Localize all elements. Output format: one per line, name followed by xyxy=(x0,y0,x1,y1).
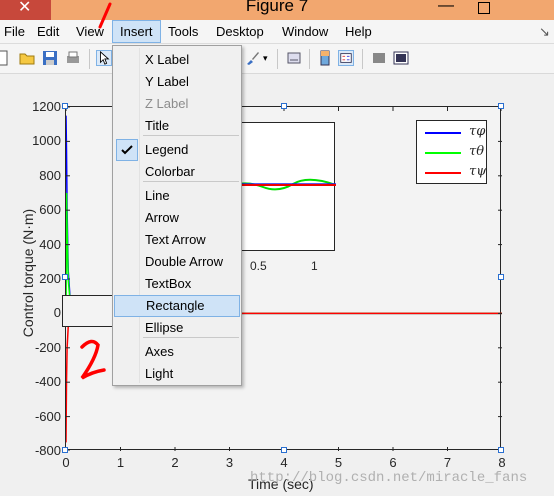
checkmark-icon xyxy=(116,139,138,161)
menu-item-title[interactable]: Title xyxy=(113,115,241,137)
menu-item-light[interactable]: Light xyxy=(113,363,241,385)
red-annotations xyxy=(80,2,112,380)
menu-item-y-label[interactable]: Y Label xyxy=(113,71,241,93)
watermark: http://blog.csdn.net/miracle_fans xyxy=(250,470,528,486)
menu-item-arrow[interactable]: Arrow xyxy=(113,207,241,229)
menu-item-double-arrow[interactable]: Double Arrow xyxy=(113,251,241,273)
menu-item-rectangle[interactable]: Rectangle xyxy=(114,295,240,317)
menu-item-x-label[interactable]: X Label xyxy=(113,49,241,71)
menu-item-axes[interactable]: Axes xyxy=(113,341,241,363)
menu-item-textbox[interactable]: TextBox xyxy=(113,273,241,295)
matlab-figure-window: Figure 7 — ✕ File Edit View Insert Tools… xyxy=(0,0,554,496)
menu-item-line[interactable]: Line xyxy=(113,185,241,207)
menu-item-text-arrow[interactable]: Text Arrow xyxy=(113,229,241,251)
menu-item-ellipse[interactable]: Ellipse xyxy=(113,317,241,339)
menu-separator xyxy=(143,181,239,182)
annotation-mark-2 xyxy=(80,339,106,380)
insert-menu-dropdown: X Label Y Label Z Label Title Legend Colorbar… xyxy=(112,45,242,386)
menu-separator xyxy=(143,337,239,338)
menu-item-colorbar[interactable]: Colorbar xyxy=(113,161,241,183)
menu-item-z-label: Z Label xyxy=(145,96,189,111)
annotation-mark-1 xyxy=(98,2,112,29)
menu-separator xyxy=(143,135,239,136)
